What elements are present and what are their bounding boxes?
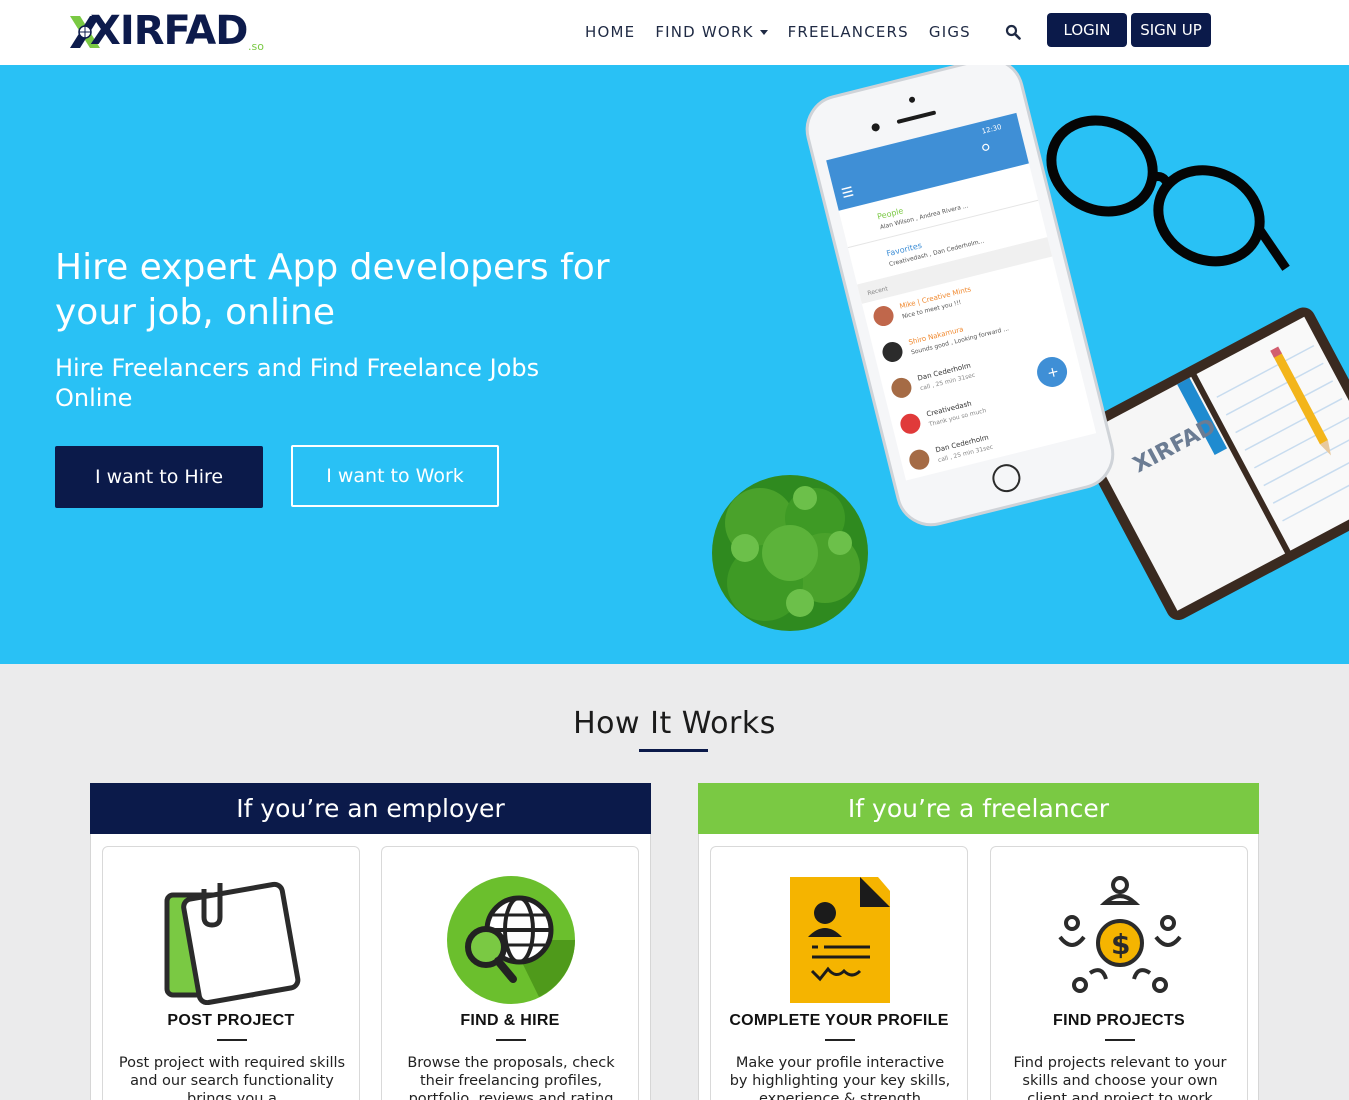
card-divider xyxy=(496,1039,526,1041)
hire-button[interactable]: I want to Hire xyxy=(55,446,263,508)
top-navbar: XIRFAD .so HOME FIND WORK FREELANCERS GI… xyxy=(0,0,1349,65)
glasses-icon xyxy=(1046,115,1290,271)
employer-heading: If you’re an employer xyxy=(90,783,651,834)
card-title: FIND PROJECTS xyxy=(1053,1012,1185,1029)
how-it-works-title: How It Works xyxy=(573,706,776,741)
freelancer-heading: If you’re a freelancer xyxy=(698,783,1259,834)
work-button[interactable]: I want to Work xyxy=(291,445,499,507)
card-title: COMPLETE YOUR PROFILE xyxy=(729,1012,949,1029)
card-post-project[interactable]: POST PROJECT Post project with required … xyxy=(102,846,360,1100)
nav-freelancers[interactable]: FREELANCERS xyxy=(788,23,909,41)
nav-links: HOME FIND WORK FREELANCERS GIGS xyxy=(585,20,991,44)
brand-name: XIRFAD xyxy=(90,8,248,54)
phone-mockup: 12:30 People Alan Wilson , Andrea Rivera… xyxy=(805,65,1115,527)
card-divider xyxy=(1105,1039,1135,1041)
signup-button[interactable]: SIGN UP xyxy=(1131,13,1211,47)
card-complete-profile[interactable]: COMPLETE YOUR PROFILE Make your profile … xyxy=(710,846,968,1100)
login-button[interactable]: LOGIN xyxy=(1047,13,1127,47)
card-description: Browse the proposals, check their freela… xyxy=(407,1055,615,1100)
nav-home[interactable]: HOME xyxy=(585,23,635,41)
hero-section: Hire expert App developers for your job,… xyxy=(0,65,1349,664)
globe-search-icon xyxy=(447,876,575,1004)
nav-find-work-label: FIND WORK xyxy=(655,23,754,41)
card-description: Find projects relevant to your skills an… xyxy=(1013,1055,1227,1100)
search-icon[interactable] xyxy=(1005,24,1021,40)
card-divider xyxy=(217,1039,247,1041)
plant-icon xyxy=(712,475,868,631)
card-description: Post project with required skills and ou… xyxy=(118,1055,346,1100)
brand-suffix: .so xyxy=(248,40,264,53)
card-divider xyxy=(825,1039,855,1041)
nav-find-work[interactable]: FIND WORK xyxy=(655,23,768,41)
card-title: POST PROJECT xyxy=(167,1012,295,1029)
freelancer-panel: If you’re a freelancer COMPLETE YOUR PRO… xyxy=(698,783,1259,1100)
notes-icon xyxy=(164,881,301,1005)
nav-gigs[interactable]: GIGS xyxy=(929,23,971,41)
card-description: Make your profile interactive by highlig… xyxy=(729,1055,951,1100)
brand-logo[interactable]: XIRFAD .so xyxy=(68,8,273,56)
card-find-hire[interactable]: FIND & HIRE Browse the proposals, check … xyxy=(381,846,639,1100)
employer-panel: If you’re an employer POST PROJECT Post … xyxy=(90,783,651,1100)
chevron-down-icon xyxy=(759,30,768,35)
hero-title: Hire expert App developers for your job,… xyxy=(55,247,610,333)
title-underline xyxy=(639,749,708,752)
profile-document-icon xyxy=(790,877,890,1003)
hero-illustration: XIRFAD 12:30 People Alan Wilson , Andrea… xyxy=(712,65,1349,631)
card-title: FIND & HIRE xyxy=(460,1012,560,1029)
card-find-projects[interactable]: $ FIND PROJECTS Find projects relevant t… xyxy=(990,846,1248,1100)
money-team-icon: $ xyxy=(1058,876,1182,993)
svg-text:$: $ xyxy=(1111,928,1130,961)
hero-subtitle: Hire Freelancers and Find Freelance Jobs… xyxy=(55,354,540,412)
